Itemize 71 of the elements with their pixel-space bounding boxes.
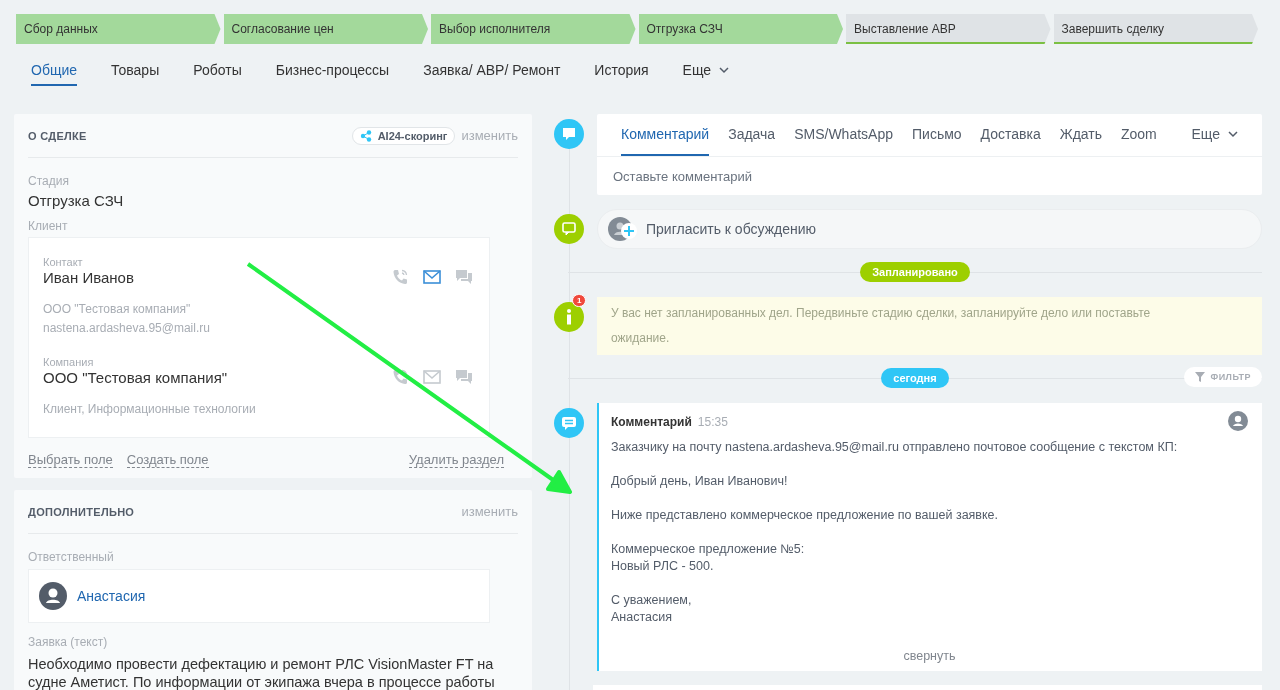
date-badge: сегодня bbox=[881, 368, 949, 388]
invite-button[interactable]: Пригласить к обсуждению bbox=[597, 209, 1262, 249]
comment-text: С уважением, bbox=[611, 592, 693, 609]
entity-detail: ООО "Тестовая компания" bbox=[43, 301, 192, 318]
field-label: Стадия bbox=[28, 174, 70, 188]
counter-badge: 1 bbox=[572, 294, 587, 307]
collapse-link[interactable]: свернуть bbox=[611, 643, 1248, 671]
more-tab[interactable]: Еще bbox=[682, 54, 730, 86]
activity-tab[interactable]: Zoom bbox=[1121, 114, 1157, 156]
info-icon bbox=[554, 302, 584, 332]
activity-tab[interactable]: Письмо bbox=[912, 114, 962, 156]
field-value: Отгрузка СЗЧ bbox=[28, 192, 125, 209]
more-tab[interactable]: Еще bbox=[1191, 114, 1238, 156]
tab[interactable]: Общие bbox=[31, 54, 78, 86]
section-title: О СДЕЛКЕ bbox=[28, 129, 87, 142]
status-badge: Запланировано bbox=[860, 262, 970, 282]
chevron-down-icon bbox=[719, 66, 730, 74]
activity-tab[interactable]: Ждать bbox=[1059, 114, 1102, 156]
section-title: ДОПОЛНИТЕЛЬНО bbox=[28, 505, 135, 518]
add-user-icon bbox=[608, 216, 638, 242]
chat-icon bbox=[455, 369, 473, 385]
entity-label: Контакт bbox=[43, 256, 84, 268]
stage-step[interactable]: Сбор данных bbox=[16, 14, 221, 44]
tab[interactable]: Заявка/ АВР/ Ремонт bbox=[423, 54, 561, 86]
notice-text: У вас нет запланированных дел. Передвиньте стадию сделки, запланируйте дело или поставьте ожидание. bbox=[597, 297, 1262, 355]
chat-icon bbox=[455, 269, 473, 285]
activity-tab[interactable]: SMS/WhatsApp bbox=[794, 114, 893, 156]
entity-name: ООО "Тестовая компания" bbox=[43, 369, 229, 386]
stage-step[interactable]: Отгрузка СЗЧ bbox=[638, 14, 843, 44]
comment-icon bbox=[554, 408, 584, 438]
comment-text: Заказчику на почту nastena.ardasheva.95@mail.ru отправлено почтовое сообщение с текстом КП: bbox=[611, 439, 1179, 456]
entity-detail: Клиент, Информационные технологии bbox=[43, 401, 256, 418]
field-label: Ответственный bbox=[28, 550, 115, 564]
stage-step[interactable]: Завершить сделку bbox=[1053, 14, 1258, 44]
comment-title: Комментарий bbox=[611, 415, 692, 429]
comment-text: Добрый день, Иван Иванович! bbox=[611, 473, 789, 490]
envelope-icon[interactable] bbox=[423, 270, 441, 284]
chat-bubble-icon bbox=[554, 214, 584, 244]
tab[interactable]: Роботы bbox=[193, 54, 242, 86]
field-link[interactable]: Выбрать поле bbox=[28, 452, 113, 468]
activity-tab[interactable]: Задача bbox=[728, 114, 776, 156]
stage-step[interactable]: Выбор исполнителя bbox=[431, 14, 636, 44]
tab[interactable]: Товары bbox=[111, 54, 160, 86]
scoring-button[interactable]: AI24-скоринг bbox=[351, 126, 456, 145]
field-label: Заявка (текст) bbox=[28, 635, 109, 649]
filter-icon bbox=[1195, 372, 1206, 382]
stage-step[interactable]: Выставление АВР bbox=[846, 14, 1051, 44]
field-label: Клиент bbox=[28, 219, 69, 233]
phone-icon bbox=[391, 268, 409, 286]
tab[interactable]: История bbox=[594, 54, 649, 86]
nodes-icon bbox=[359, 129, 372, 142]
comment-time: 15:35 bbox=[697, 415, 728, 429]
field-value: Необходимо провести дефектацию и ремонт РЛС VisionMaster FT на судне Аметист. По информации от экипажа вчера в процессе работы bbox=[28, 655, 496, 690]
comment-icon bbox=[554, 119, 584, 149]
entity-name: Иван Иванов bbox=[43, 269, 135, 286]
comment-text: Ниже представлено коммерческое предложение по вашей заявке. bbox=[611, 507, 1000, 524]
field-link[interactable]: Создать поле bbox=[126, 452, 209, 468]
entity-label: Компания bbox=[43, 356, 95, 368]
tab[interactable]: Бизнес-процессы bbox=[275, 54, 390, 86]
user-link[interactable]: Анастасия bbox=[77, 588, 146, 604]
stage-step[interactable]: Согласование цен bbox=[223, 14, 428, 44]
user-avatar-icon bbox=[39, 582, 67, 610]
activity-tab[interactable]: Доставка bbox=[980, 114, 1041, 156]
comment-text: Анастасия bbox=[611, 609, 673, 626]
user-avatar-icon bbox=[1228, 411, 1248, 431]
comment-text: Новый РЛС - 500. bbox=[611, 558, 715, 575]
comment-field[interactable]: Оставьте комментарий bbox=[597, 157, 1262, 195]
remove-section-link[interactable]: Удалить раздел bbox=[408, 452, 504, 468]
comment-text: Коммерческое предложение №5: bbox=[611, 541, 806, 558]
chevron-down-icon bbox=[1228, 130, 1238, 138]
entity-detail: nastena.ardasheva.95@mail.ru bbox=[43, 320, 210, 337]
